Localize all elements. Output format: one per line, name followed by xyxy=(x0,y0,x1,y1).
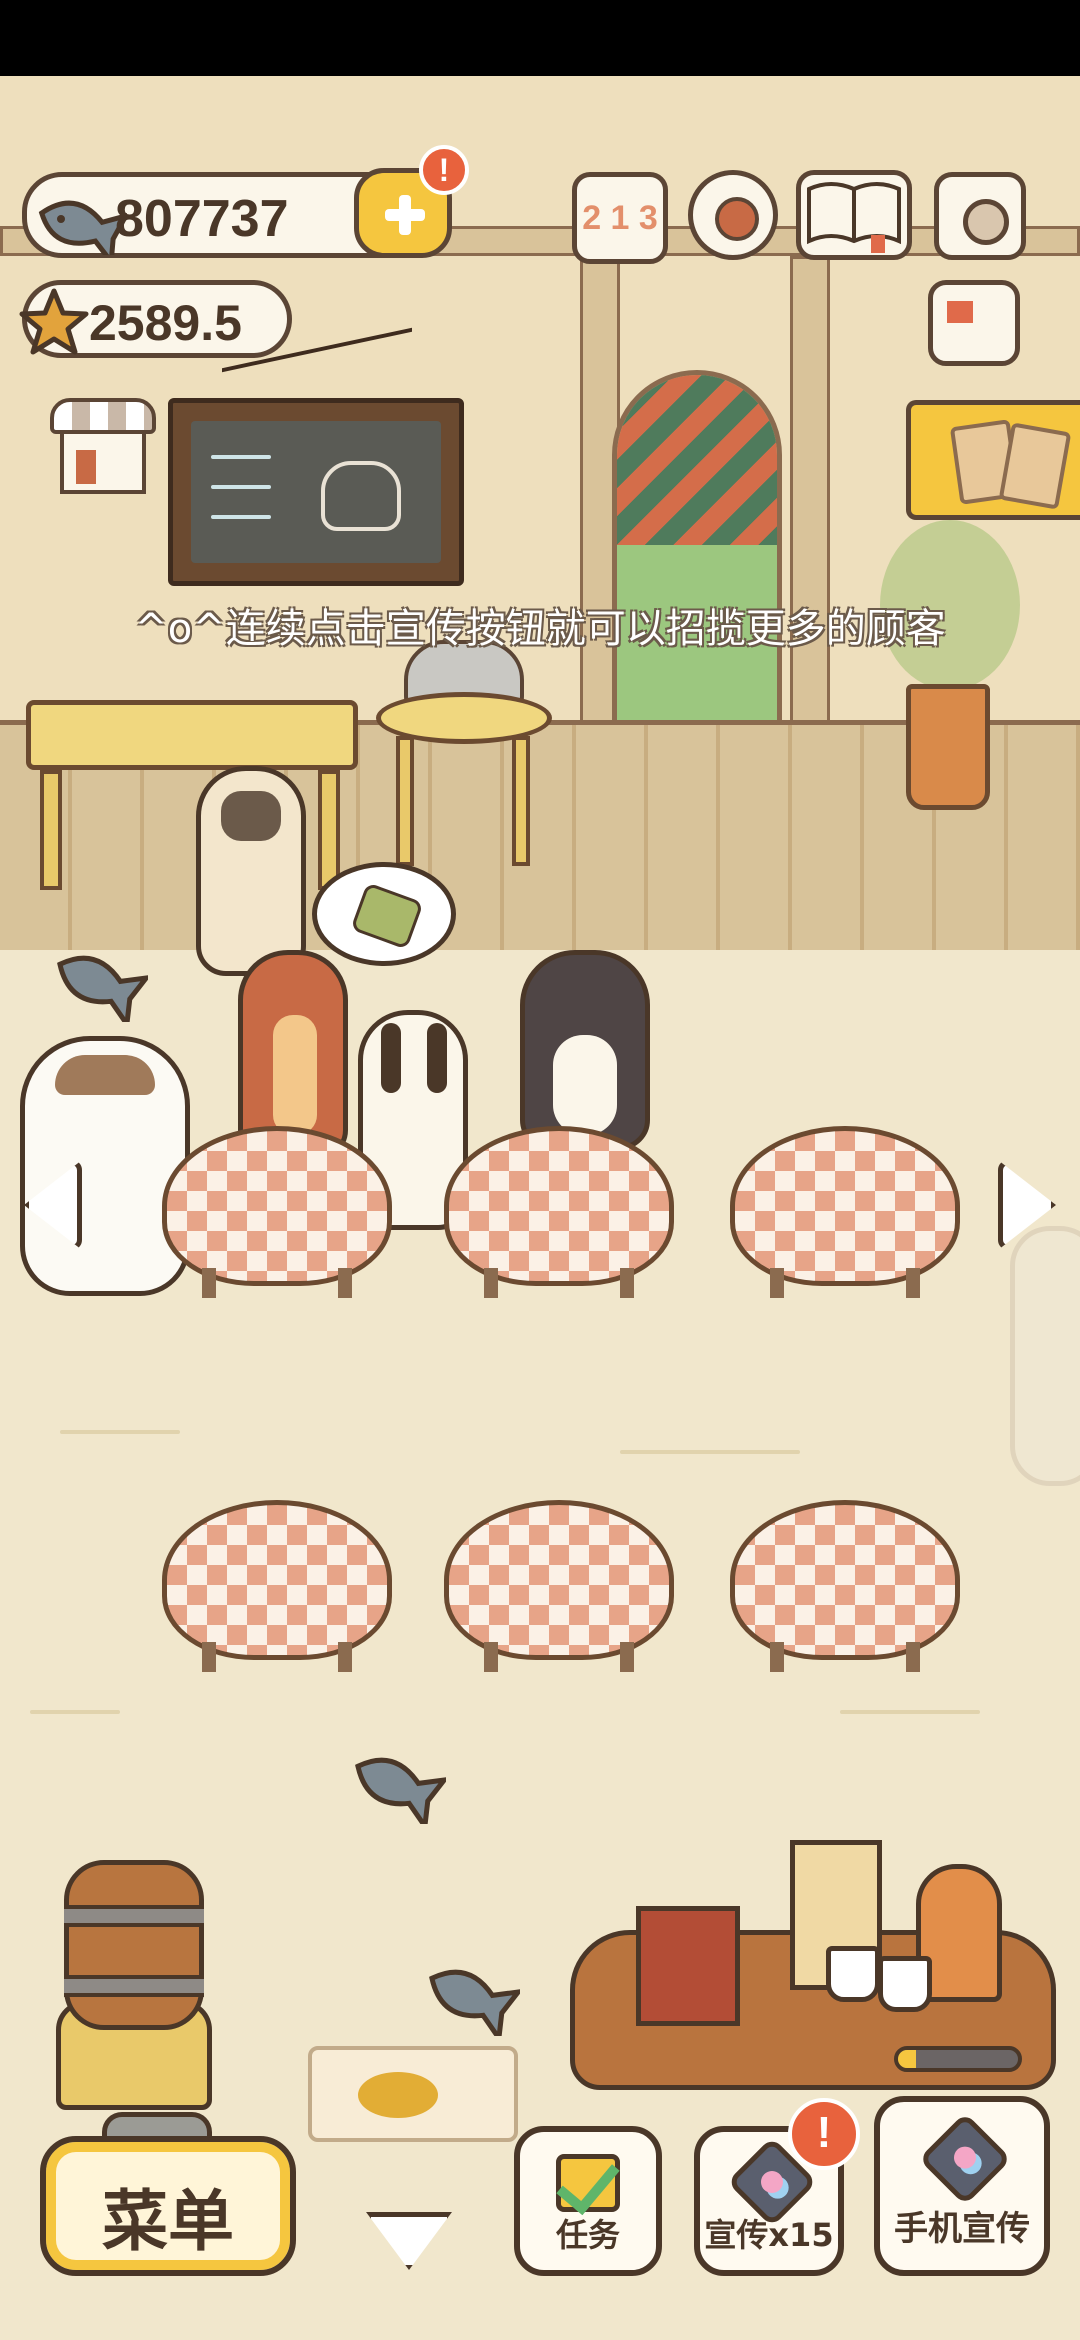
phone-promote-button[interactable]: 手机宣传 xyxy=(874,2096,1050,2276)
table-leg xyxy=(484,1268,498,1298)
hint-text: ^o^连续点击宣传按钮就可以招揽更多的顾客 xyxy=(134,606,946,652)
tablecloth xyxy=(730,1126,960,1286)
cat-rug xyxy=(308,2046,518,2142)
table-leg xyxy=(770,1268,784,1298)
stool-leg xyxy=(396,736,414,866)
star-count: 2589.5 xyxy=(89,295,242,351)
fish-count: 807737 xyxy=(115,190,289,248)
potted-plant xyxy=(906,684,990,810)
table-leg xyxy=(906,1642,920,1672)
phone-promote-label: 手机宣传 xyxy=(894,2209,1030,2249)
cafe-table-6[interactable] xyxy=(730,1500,960,1672)
pug-staff[interactable] xyxy=(196,766,306,976)
shiba-customer[interactable] xyxy=(520,950,650,1150)
table-leg xyxy=(906,1268,920,1298)
star-rating-counter: 2589.5 xyxy=(19,280,292,358)
cafe-table-4[interactable] xyxy=(162,1500,392,1672)
stool-leg xyxy=(512,736,530,866)
chalk-line xyxy=(211,455,271,459)
table-leg xyxy=(484,1642,498,1672)
fish-pickup-icon[interactable] xyxy=(420,1956,520,2036)
cafe-table-1[interactable] xyxy=(162,1126,392,1298)
alert-badge: ! xyxy=(788,2098,860,2170)
coffee-cup xyxy=(826,1946,880,2002)
arriving-cat xyxy=(1010,1226,1080,1486)
promote-label: 宣传x15 xyxy=(704,2216,834,2254)
task-label: 任务 xyxy=(555,2216,620,2254)
floor-line xyxy=(620,1450,800,1454)
table-leg xyxy=(338,1642,352,1672)
cafe-table-5[interactable] xyxy=(444,1500,674,1672)
star-icon xyxy=(19,288,89,355)
table-leg xyxy=(338,1268,352,1298)
settings-button[interactable] xyxy=(688,170,778,260)
rank-icon: 2 1 3 xyxy=(582,199,658,237)
fish-pickup-icon[interactable] xyxy=(346,1744,446,1824)
alert-badge: ! xyxy=(419,145,469,195)
brew-progress-fill xyxy=(898,2050,916,2068)
table-leg xyxy=(202,1642,216,1672)
tablecloth xyxy=(444,1126,674,1286)
megaphone-icon xyxy=(918,2112,1012,2206)
tablecloth xyxy=(444,1500,674,1660)
counter-leg xyxy=(40,770,62,890)
chalk-line xyxy=(211,485,271,489)
checklist-icon xyxy=(556,2154,620,2212)
fish-icon xyxy=(38,200,127,255)
fish-pickup-icon[interactable] xyxy=(48,942,148,1022)
table-leg xyxy=(770,1642,784,1672)
menu-button[interactable]: 菜单 xyxy=(40,2136,296,2276)
cookie-bonus-button[interactable] xyxy=(906,400,1080,520)
table-leg xyxy=(202,1268,216,1298)
floor-line xyxy=(60,1430,180,1434)
chalk-cat-drawing xyxy=(321,461,401,531)
ranking-button[interactable]: 2 1 3 xyxy=(572,172,668,264)
tablecloth xyxy=(730,1500,960,1660)
arched-doorway xyxy=(612,370,782,730)
tablecloth xyxy=(162,1500,392,1660)
camera-button[interactable] xyxy=(934,172,1026,260)
add-currency-button[interactable]: ! xyxy=(354,145,469,258)
news-button[interactable] xyxy=(928,280,1020,366)
counter-leg xyxy=(318,770,340,890)
task-button[interactable]: 任务 xyxy=(514,2126,662,2276)
cafe-table-2[interactable] xyxy=(444,1126,674,1298)
water-barrel[interactable] xyxy=(64,1860,204,2030)
shop-storefront xyxy=(60,430,146,494)
status-bar xyxy=(0,0,1080,76)
chalkboard-face xyxy=(191,421,441,563)
promote-button[interactable]: 宣传x15 ! xyxy=(694,2098,860,2276)
table-leg xyxy=(620,1268,634,1298)
table-leg xyxy=(620,1642,634,1672)
serving-counter xyxy=(26,700,358,770)
floor-line xyxy=(30,1710,120,1714)
order-thought-bubble xyxy=(312,862,456,966)
tablecloth xyxy=(162,1126,392,1286)
brew-progress-bar xyxy=(894,2046,1022,2072)
door-curtain xyxy=(617,375,777,545)
coffee-cup xyxy=(878,1956,932,2012)
coffee-grinder[interactable] xyxy=(636,1906,740,2026)
chalkboard-sign xyxy=(168,398,464,586)
shop-icon xyxy=(50,398,156,434)
chalk-line xyxy=(211,515,271,519)
book-icon xyxy=(807,182,901,253)
recipe-book-button[interactable] xyxy=(796,170,912,260)
cafe-table-3[interactable] xyxy=(730,1126,960,1298)
floor-line xyxy=(840,1710,980,1714)
menu-label: 菜单 xyxy=(102,2183,234,2260)
shop-button[interactable] xyxy=(50,398,156,498)
